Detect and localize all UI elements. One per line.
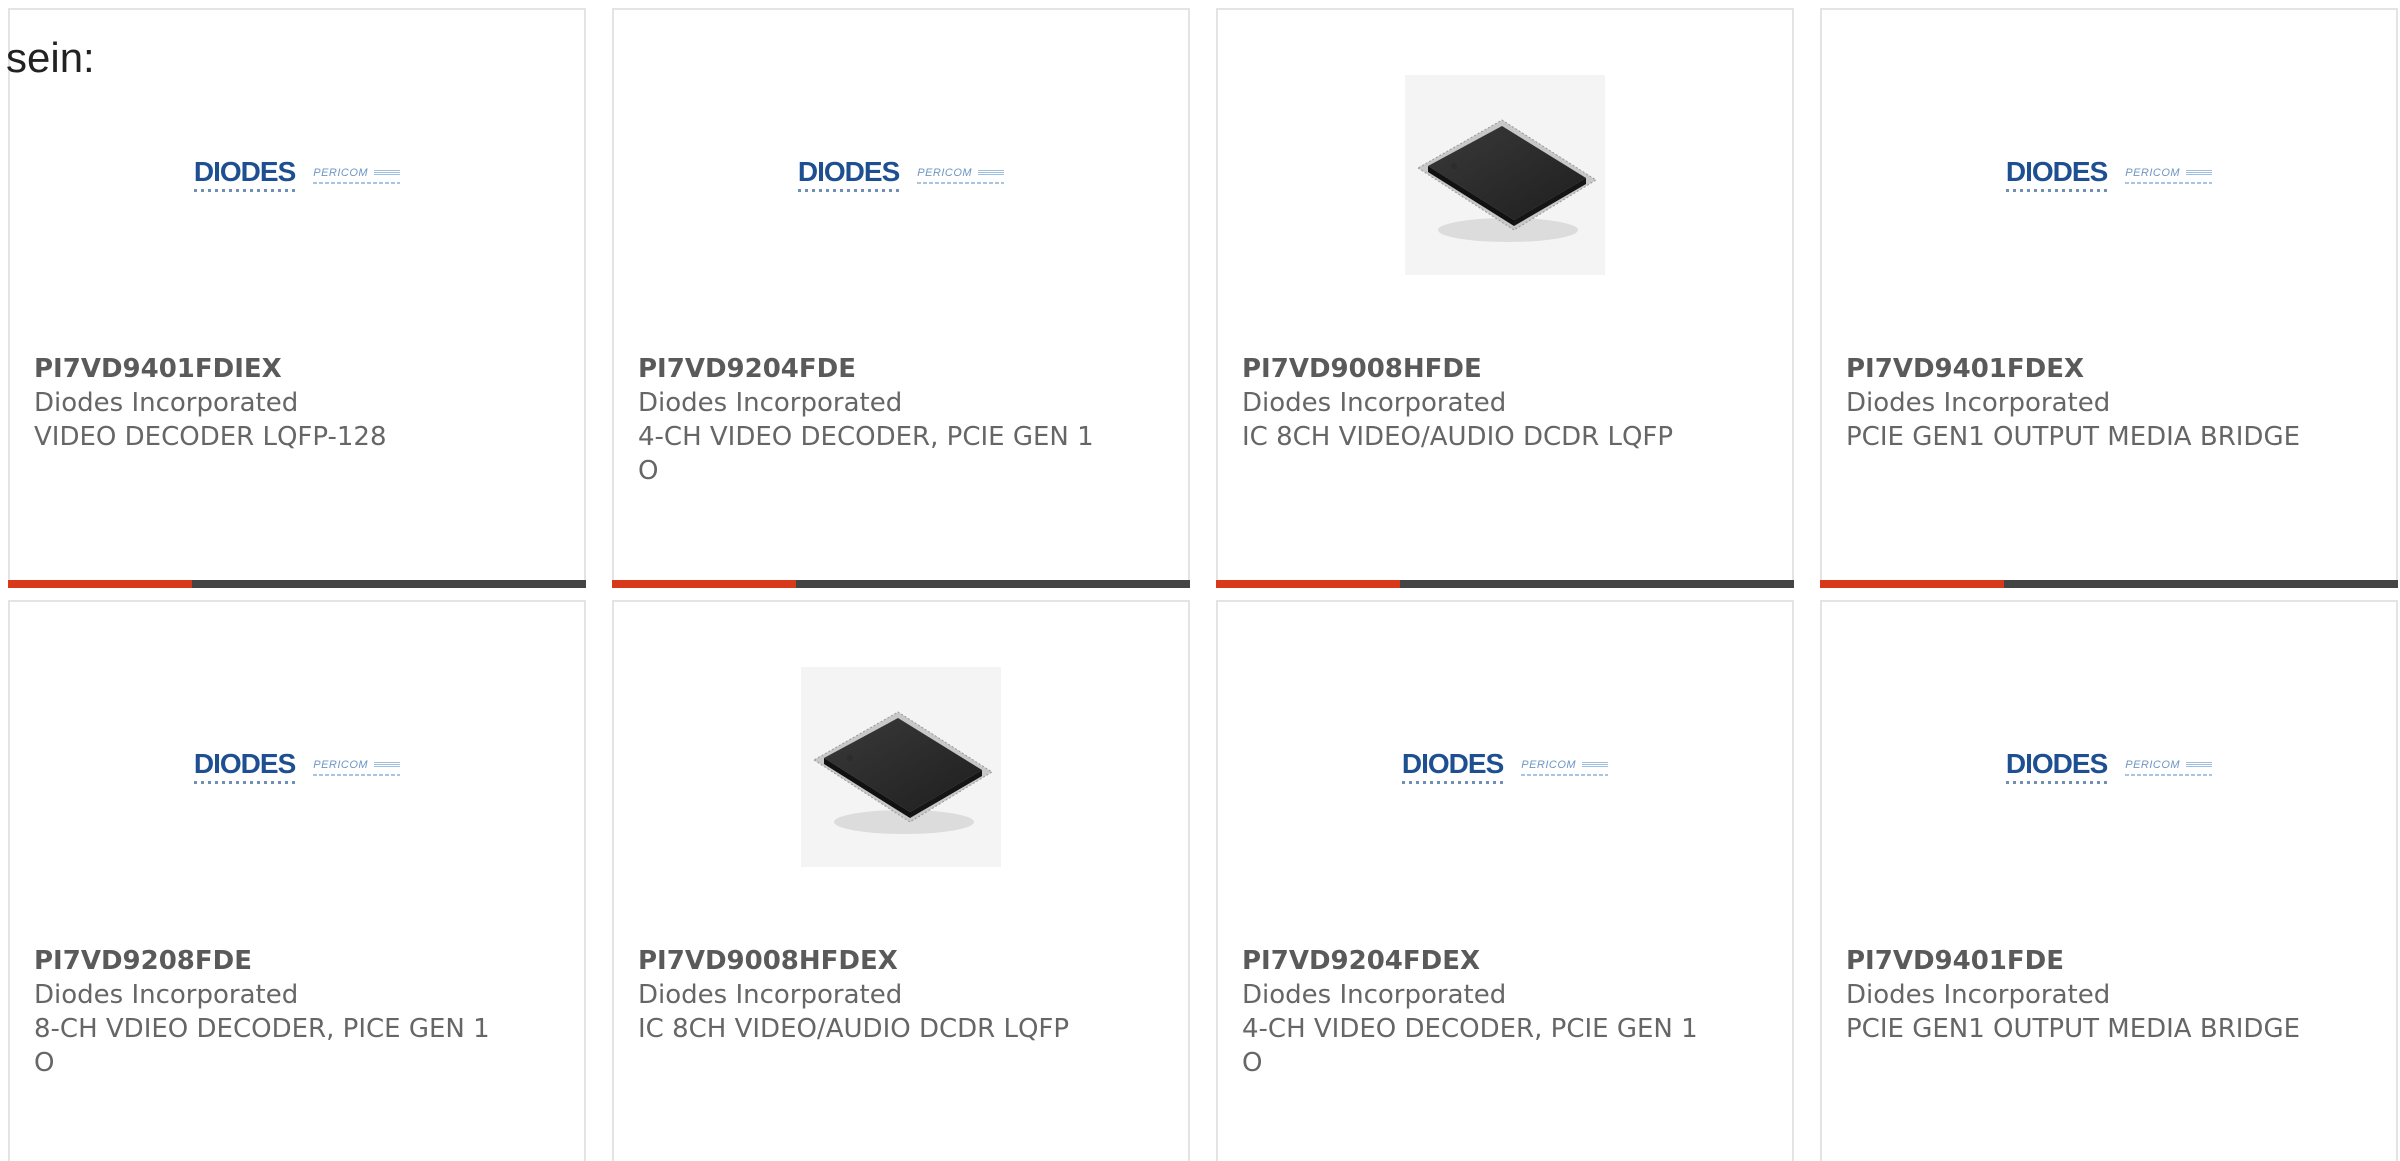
logo-sub-brand-text: PERICOM [313, 166, 369, 179]
logo-sub-brand-text: PERICOM [313, 758, 369, 771]
intro-text: sein: [6, 34, 95, 81]
product-description: VIDEO DECODER LQFP-128 [34, 422, 387, 452]
card-bar-rest [1400, 580, 1794, 588]
manufacturer: Diodes Incorporated [1846, 980, 2111, 1010]
logo-stripes [374, 761, 401, 768]
diodes-logo: DIODES PERICOM [193, 158, 401, 192]
card-bottom-bar [1216, 580, 1794, 588]
product-card[interactable]: DIODES PERICOM PI7VD9204FDEX Diodes Incor… [1216, 600, 1794, 1161]
product-card[interactable]: DIODES PERICOM PI7VD9401FDIEX Diodes Inco… [8, 8, 586, 588]
card-accent-bar [1216, 580, 1400, 588]
product-description: 4-CH VIDEO DECODER, PCIE GEN 1 O [1242, 1014, 1698, 1078]
card-bar-rest [192, 580, 586, 588]
logo-sub-brand-text: PERICOM [2125, 166, 2181, 179]
logo-sub-brand: PERICOM [2125, 758, 2213, 776]
product-card[interactable]: DIODES PERICOM PI7VD9204FDE Diodes Incorp… [612, 8, 1190, 588]
product-description: 8-CH VDIEO DECODER, PICE GEN 1 O [34, 1014, 490, 1078]
logo-brand: DIODES [193, 158, 296, 192]
logo-sub-brand-text: PERICOM [2125, 758, 2181, 771]
logo-stripes [978, 169, 1005, 176]
diodes-logo: DIODES PERICOM [797, 158, 1005, 192]
logo-brand: DIODES [193, 750, 296, 784]
product-image[interactable]: DIODES PERICOM [1218, 662, 1792, 872]
diodes-logo: DIODES PERICOM [193, 750, 401, 784]
product-description: PCIE GEN1 OUTPUT MEDIA BRIDGE [1846, 422, 2301, 452]
card-bottom-bar [612, 580, 1190, 588]
product-card[interactable]: PI7VD9008HFDEX Diodes Incorporated IC 8CH … [612, 600, 1190, 1161]
logo-sub-brand-text: PERICOM [1521, 758, 1577, 771]
product-info: PI7VD9208FDE Diodes Incorporated 8-CH VDIE… [34, 944, 560, 1080]
product-card[interactable]: DIODES PERICOM PI7VD9401FDE Diodes Incorp… [1820, 600, 2398, 1161]
manufacturer: Diodes Incorporated [1242, 980, 1507, 1010]
logo-sub-brand: PERICOM [313, 166, 401, 184]
part-number-link[interactable]: PI7VD9401FDEX [1846, 352, 2372, 386]
product-page: sein: DIODES PERICOM PI7VD9401FDIEX Diode… [0, 0, 2400, 1161]
logo-brand: DIODES [1401, 750, 1504, 784]
part-number-link[interactable]: PI7VD9204FDE [638, 352, 1164, 386]
manufacturer: Diodes Incorporated [34, 388, 299, 418]
logo-stripes [1582, 761, 1609, 768]
logo-sub-brand-text: PERICOM [917, 166, 973, 179]
card-accent-bar [1820, 580, 2004, 588]
product-image[interactable]: DIODES PERICOM [10, 662, 584, 872]
card-accent-bar [8, 580, 192, 588]
card-accent-bar [612, 580, 796, 588]
manufacturer: Diodes Incorporated [638, 980, 903, 1010]
logo-sub-brand: PERICOM [2125, 166, 2213, 184]
logo-sub-brand: PERICOM [917, 166, 1005, 184]
logo-stripes [2186, 761, 2213, 768]
logo-stripes [2186, 169, 2213, 176]
logo-brand: DIODES [2005, 750, 2108, 784]
product-info: PI7VD9008HFDE Diodes Incorporated IC 8CH V… [1242, 352, 1768, 454]
card-bottom-bar [8, 580, 586, 588]
part-number-link[interactable]: PI7VD9401FDIEX [34, 352, 560, 386]
product-image[interactable]: DIODES PERICOM [10, 70, 584, 280]
manufacturer: Diodes Incorporated [1242, 388, 1507, 418]
part-number-link[interactable]: PI7VD9204FDEX [1242, 944, 1768, 978]
product-info: PI7VD9008HFDEX Diodes Incorporated IC 8CH … [638, 944, 1164, 1046]
product-info: PI7VD9401FDE Diodes Incorporated PCIE GEN1… [1846, 944, 2372, 1046]
product-image[interactable] [614, 662, 1188, 872]
product-card[interactable]: PI7VD9008HFDE Diodes Incorporated IC 8CH V… [1216, 8, 1794, 588]
card-bar-rest [796, 580, 1190, 588]
lqfp-chip-image [1405, 75, 1605, 275]
product-info: PI7VD9204FDEX Diodes Incorporated 4-CH VID… [1242, 944, 1768, 1080]
product-info: PI7VD9401FDEX Diodes Incorporated PCIE GEN… [1846, 352, 2372, 454]
product-image[interactable]: DIODES PERICOM [1822, 662, 2396, 872]
logo-sub-brand: PERICOM [313, 758, 401, 776]
product-image[interactable]: DIODES PERICOM [1822, 70, 2396, 280]
product-image[interactable]: DIODES PERICOM [614, 70, 1188, 280]
lqfp-chip-icon [1417, 119, 1597, 242]
diodes-logo: DIODES PERICOM [2005, 750, 2213, 784]
product-description: PCIE GEN1 OUTPUT MEDIA BRIDGE [1846, 1014, 2301, 1044]
logo-sub-brand: PERICOM [1521, 758, 1609, 776]
product-description: 4-CH VIDEO DECODER, PCIE GEN 1 O [638, 422, 1094, 486]
card-bottom-bar [1820, 580, 2398, 588]
product-card[interactable]: DIODES PERICOM PI7VD9208FDE Diodes Incorp… [8, 600, 586, 1161]
part-number-link[interactable]: PI7VD9401FDE [1846, 944, 2372, 978]
diodes-logo: DIODES PERICOM [1401, 750, 1609, 784]
product-grid: DIODES PERICOM PI7VD9401FDIEX Diodes Inco… [8, 8, 2398, 1161]
part-number-link[interactable]: PI7VD9008HFDEX [638, 944, 1164, 978]
product-card[interactable]: DIODES PERICOM PI7VD9401FDEX Diodes Incor… [1820, 8, 2398, 588]
product-description: IC 8CH VIDEO/AUDIO DCDR LQFP [1242, 422, 1674, 452]
product-description: IC 8CH VIDEO/AUDIO DCDR LQFP [638, 1014, 1070, 1044]
diodes-logo: DIODES PERICOM [2005, 158, 2213, 192]
product-info: PI7VD9401FDIEX Diodes Incorporated VIDEO D… [34, 352, 560, 454]
lqfp-chip-image [801, 667, 1001, 867]
product-info: PI7VD9204FDE Diodes Incorporated 4-CH VIDE… [638, 352, 1164, 488]
product-image[interactable] [1218, 70, 1792, 280]
part-number-link[interactable]: PI7VD9208FDE [34, 944, 560, 978]
manufacturer: Diodes Incorporated [638, 388, 903, 418]
logo-brand: DIODES [797, 158, 900, 192]
logo-brand: DIODES [2005, 158, 2108, 192]
card-bar-rest [2004, 580, 2398, 588]
logo-stripes [374, 169, 401, 176]
part-number-link[interactable]: PI7VD9008HFDE [1242, 352, 1768, 386]
lqfp-chip-icon [813, 711, 993, 834]
manufacturer: Diodes Incorporated [1846, 388, 2111, 418]
manufacturer: Diodes Incorporated [34, 980, 299, 1010]
